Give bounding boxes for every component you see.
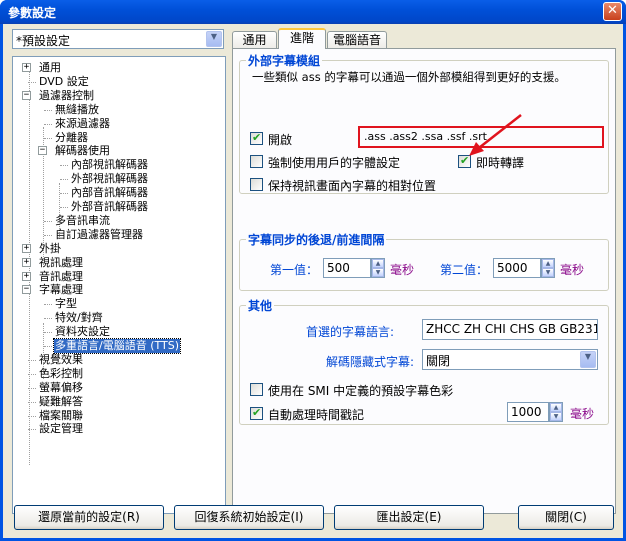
restore-button[interactable]: 還原當前的設定(R) (14, 505, 164, 530)
enable-checkbox[interactable] (250, 131, 263, 145)
dialog-body: *預設設定 ▼ + 通用 DVD 設定 − 過濾器控制 無縫播放 來源過濾器 分離器 − 解碼器使… (3, 24, 623, 538)
chevron-down-icon[interactable]: ▼ (206, 31, 222, 47)
tab-tts[interactable]: 電腦語音 (327, 31, 387, 49)
collapse-icon[interactable]: − (22, 91, 31, 100)
tree-item[interactable]: 分離器 (54, 131, 89, 145)
window-title: 參數設定 (8, 6, 57, 20)
expand-icon[interactable]: + (22, 63, 31, 72)
hidden-subs-label: 解碼隱藏式字幕: (326, 355, 415, 369)
tree-item[interactable]: 來源過濾器 (54, 117, 111, 131)
ext-module-title: 外部字幕模組 (246, 52, 323, 69)
tree-item[interactable]: 外部視訊解碼器 (70, 172, 149, 186)
tree-item[interactable]: 多重語言/電腦語音 (TTS) (52, 338, 182, 354)
sync-group: 字幕同步的後退/前進間隔 第一值： 500 ▲ ▼ 毫秒 第二值： 5000 ▲… (239, 231, 609, 291)
tree-item[interactable]: 自訂過濾器管理器 (54, 228, 144, 242)
tree-item[interactable]: 視覺效果 (38, 353, 84, 367)
tree-item[interactable]: 無縫播放 (54, 103, 100, 117)
tab-general[interactable]: 通用 (232, 31, 277, 49)
spin-up-icon[interactable]: ▲ (550, 403, 562, 412)
keep-pos-label: 保持視訊畫面內字幕的相對位置 (268, 179, 437, 193)
sync-title: 字幕同步的後退/前進間隔 (246, 231, 387, 248)
preset-value: *預設設定 (16, 34, 71, 48)
hidden-subs-select[interactable]: 關閉 ▼ (422, 349, 598, 370)
advanced-panel: 外部字幕模組 一些類似 ass 的字幕可以通過一個外部模組得到更好的支援。 開啟… (232, 48, 616, 514)
smi-color-checkbox[interactable] (250, 383, 263, 396)
collapse-icon[interactable]: − (22, 285, 31, 294)
second-value-spinner[interactable]: ▲ ▼ (541, 258, 555, 278)
expand-icon[interactable]: + (22, 258, 31, 267)
hidden-subs-value: 關閉 (426, 354, 451, 368)
second-value-input[interactable]: 5000 (493, 258, 541, 278)
tree-item[interactable]: 特效/對齊 (54, 311, 104, 325)
tree-item[interactable]: 內部音訊解碼器 (70, 186, 149, 200)
other-group: 其他 首選的字幕語言: ZHCC ZH CHI CHS GB GB2312 解碼… (239, 297, 609, 425)
user-font-checkbox[interactable] (250, 155, 263, 168)
timestamp-input[interactable]: 1000 (507, 402, 549, 422)
spin-down-icon[interactable]: ▼ (372, 268, 384, 277)
second-value-label: 第二值： (440, 263, 489, 277)
tree-item[interactable]: 多音訊串流 (54, 214, 111, 228)
tab-advanced[interactable]: 進階 (278, 28, 326, 49)
first-value-spinner[interactable]: ▲ ▼ (371, 258, 385, 278)
tree-item[interactable]: 字幕處理 (38, 283, 84, 297)
pref-lang-input[interactable]: ZHCC ZH CHI CHS GB GB2312 (422, 319, 598, 340)
first-value-input[interactable]: 500 (323, 258, 371, 278)
tree-item[interactable]: 外部音訊解碼器 (70, 200, 149, 214)
reset-defaults-button[interactable]: 回復系統初始設定(I) (174, 505, 324, 530)
spin-up-icon[interactable]: ▲ (372, 259, 384, 268)
tree-item[interactable]: 音訊處理 (38, 270, 84, 284)
collapse-icon[interactable]: − (38, 146, 47, 155)
timestamp-unit: 毫秒 (570, 407, 595, 421)
tree-item[interactable]: 過濾器控制 (38, 89, 95, 103)
tree-item[interactable]: 資料夾設定 (54, 325, 111, 339)
tree-item[interactable]: DVD 設定 (38, 75, 90, 89)
smi-color-label: 使用在 SMI 中定義的預設字幕色彩 (268, 384, 454, 398)
timestamp-spinner[interactable]: ▲ ▼ (549, 402, 563, 422)
expand-icon[interactable]: + (22, 272, 31, 281)
tree-item[interactable]: 設定管理 (38, 422, 84, 436)
spin-down-icon[interactable]: ▼ (542, 268, 554, 277)
spin-down-icon[interactable]: ▼ (550, 412, 562, 421)
tree-item[interactable]: 檔案關聯 (38, 409, 84, 423)
timestamp-label: 自動處理時間戳記 (268, 408, 365, 422)
settings-tree[interactable]: + 通用 DVD 設定 − 過濾器控制 無縫播放 來源過濾器 分離器 − 解碼器使用 內部視訊解碼器… (12, 56, 226, 514)
first-value-label: 第一值： (270, 263, 319, 277)
tree-item[interactable]: 視訊處理 (38, 256, 84, 270)
spin-up-icon[interactable]: ▲ (542, 259, 554, 268)
enable-label: 開啟 (268, 133, 293, 147)
annotation-arrow-icon (469, 114, 522, 156)
close-icon[interactable]: ✕ (603, 2, 622, 21)
ext-module-group: 外部字幕模組 一些類似 ass 的字幕可以通過一個外部模組得到更好的支援。 開啟… (239, 52, 609, 194)
export-button[interactable]: 匯出設定(E) (334, 505, 484, 530)
pref-lang-label: 首選的字幕語言: (306, 325, 395, 339)
user-font-label: 強制使用用戶的字體設定 (268, 156, 401, 170)
tree-item[interactable]: 通用 (38, 61, 62, 75)
keep-pos-checkbox[interactable] (250, 178, 263, 191)
settings-window: 參數設定 ✕ *預設設定 ▼ + 通用 DVD 設定 − 過濾器控制 無縫播放 來源過濾器分… (0, 0, 626, 541)
tree-item[interactable]: 字型 (54, 297, 78, 311)
tree-item[interactable]: 外掛 (38, 242, 62, 256)
tree-item[interactable]: 螢幕偏移 (38, 381, 84, 395)
tree-item[interactable]: 解碼器使用 (54, 144, 111, 158)
close-button[interactable]: 關閉(C) (518, 505, 614, 530)
title-bar[interactable]: 參數設定 ✕ (0, 0, 626, 24)
timestamp-checkbox[interactable] (250, 406, 263, 420)
chevron-down-icon[interactable]: ▼ (580, 351, 596, 368)
other-title: 其他 (246, 297, 275, 314)
first-value-unit: 毫秒 (390, 263, 415, 277)
tree-item[interactable]: 疑難解答 (38, 395, 84, 409)
tree-item[interactable]: 色彩控制 (38, 367, 84, 381)
second-value-unit: 毫秒 (560, 263, 585, 277)
tree-item[interactable]: 內部視訊解碼器 (70, 158, 149, 172)
expand-icon[interactable]: + (22, 244, 31, 253)
preset-select[interactable]: *預設設定 ▼ (12, 29, 224, 49)
ext-module-desc: 一些類似 ass 的字幕可以通過一個外部模組得到更好的支援。 (252, 70, 566, 84)
